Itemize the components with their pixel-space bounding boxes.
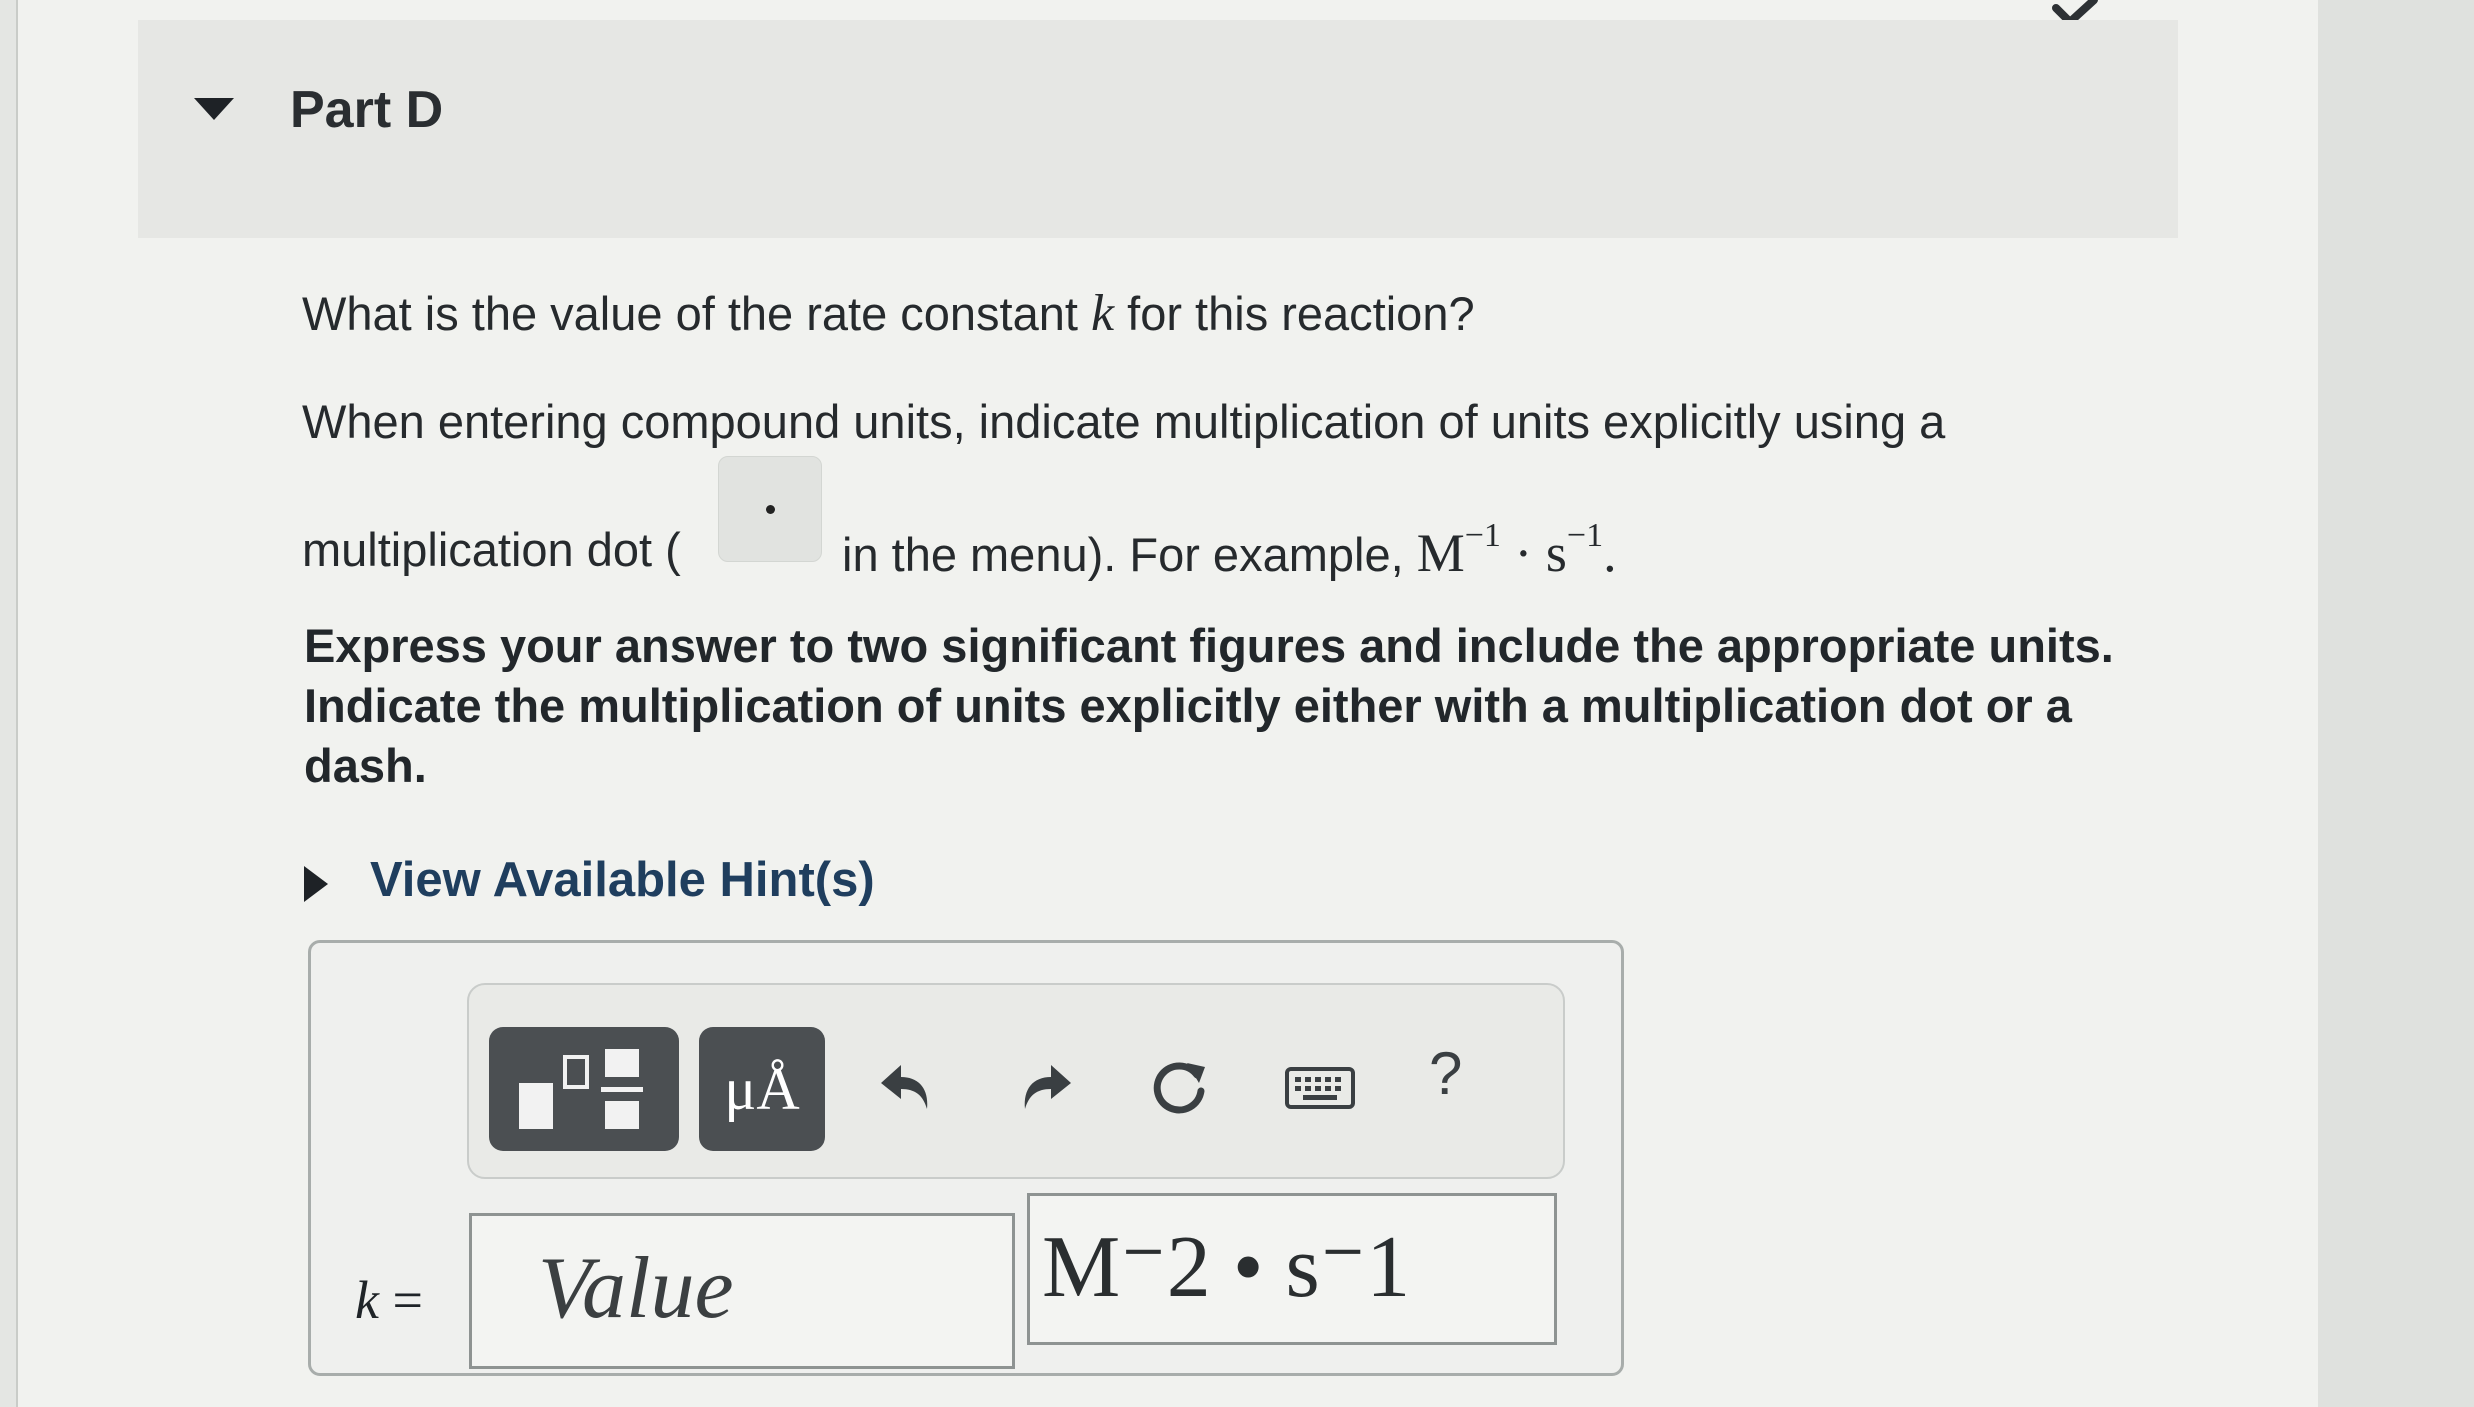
keyboard-icon[interactable] bbox=[1283, 1053, 1357, 1119]
page-right-margin bbox=[2318, 0, 2474, 1407]
unit-example-dot: · bbox=[1500, 523, 1546, 583]
answer-variable-label: k = bbox=[355, 1269, 423, 1331]
problem-card: Part D What is the value of the rate con… bbox=[16, 0, 2318, 1407]
question-text-end: for this reaction? bbox=[1114, 287, 1475, 340]
unit-example-exp-2: −1 bbox=[1566, 517, 1604, 554]
unit-example-s: s bbox=[1545, 523, 1567, 583]
units-button[interactable]: μÅ bbox=[699, 1027, 825, 1151]
instruction-example-lead: in the menu). For example, bbox=[842, 528, 1417, 581]
view-hints-link[interactable]: View Available Hint(s) bbox=[370, 852, 875, 908]
unit-example-exp-1: −1 bbox=[1464, 517, 1501, 554]
instruction-line-2-start: multiplication dot ( bbox=[302, 523, 681, 576]
unit-example-period: . bbox=[1603, 523, 1617, 583]
templates-icon bbox=[519, 1049, 643, 1129]
value-input[interactable]: Value bbox=[469, 1213, 1015, 1369]
undo-icon[interactable] bbox=[873, 1053, 939, 1119]
units-input[interactable]: M⁻2 • s⁻1 bbox=[1027, 1193, 1557, 1345]
math-toolbar: μÅ ? bbox=[467, 983, 1565, 1179]
unit-example-m: M bbox=[1416, 523, 1465, 583]
help-button[interactable]: ? bbox=[1429, 1039, 1462, 1108]
question-text: What is the value of the rate constant k… bbox=[302, 284, 1475, 343]
part-header[interactable] bbox=[138, 20, 2178, 238]
unit-example: M−1 · s−1. bbox=[1416, 517, 1617, 583]
question-text-start: What is the value of the rate constant bbox=[302, 287, 1091, 340]
caret-down-icon[interactable] bbox=[192, 94, 236, 122]
caret-right-icon[interactable] bbox=[302, 864, 330, 904]
instruction-line-1: When entering compound units, indicate m… bbox=[302, 395, 1946, 448]
multiplication-dot-icon bbox=[766, 505, 775, 514]
answer-equals: = bbox=[378, 1270, 423, 1330]
redo-icon[interactable] bbox=[1013, 1053, 1079, 1119]
part-title: Part D bbox=[290, 81, 444, 139]
answer-format-instruction: Express your answer to two significant f… bbox=[304, 619, 2114, 792]
multiplication-dot-button-example bbox=[718, 456, 822, 562]
instruction-line-2-end: in the menu). For example, M−1 · s−1. bbox=[842, 517, 1617, 584]
answer-area: μÅ ? k = Value M⁻2 • s⁻1 bbox=[308, 940, 1624, 1376]
reset-icon[interactable] bbox=[1147, 1053, 1213, 1119]
answer-variable: k bbox=[355, 1270, 379, 1330]
rate-constant-variable: k bbox=[1091, 285, 1115, 342]
templates-button[interactable] bbox=[489, 1027, 679, 1151]
